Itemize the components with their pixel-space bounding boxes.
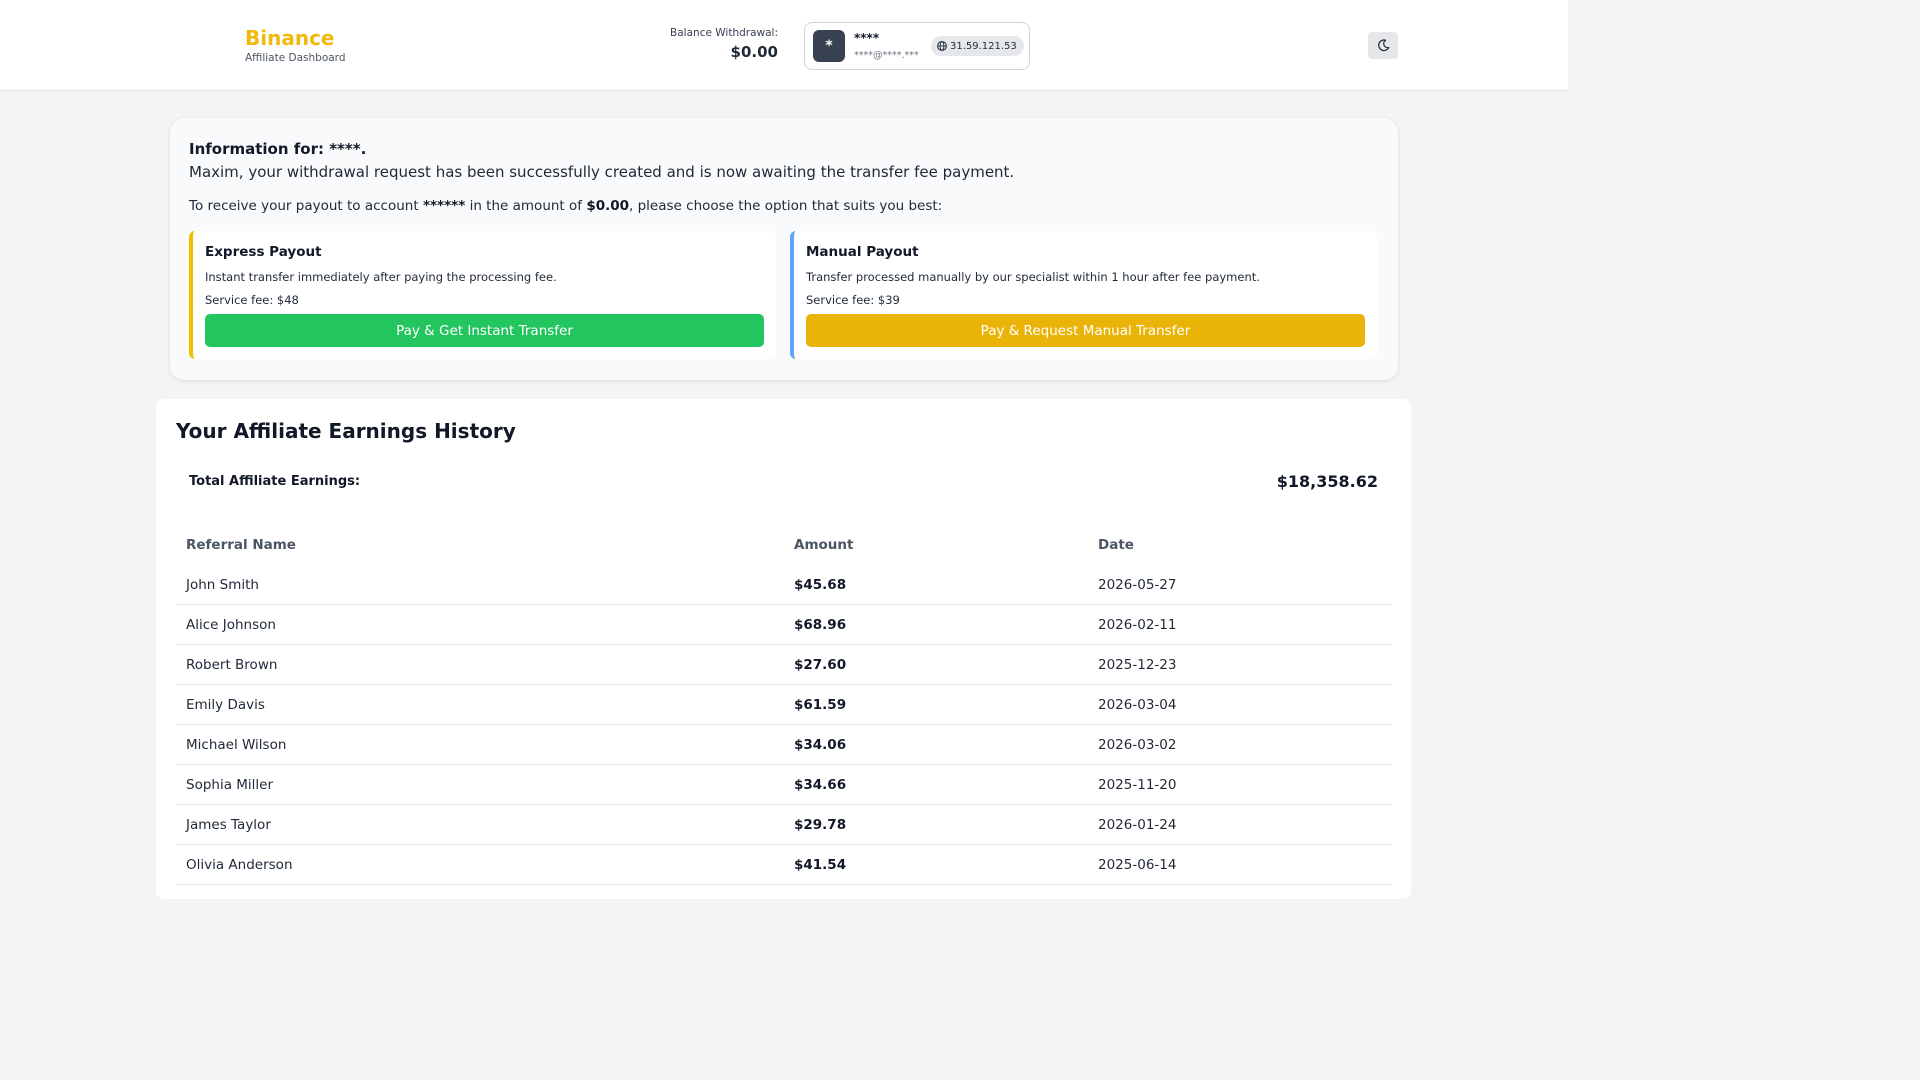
referral-amount: $68.96 — [794, 617, 847, 633]
manual-payout-card: Manual Payout Transfer processed manuall… — [790, 231, 1377, 359]
ip-badge: 31.59.121.53 — [931, 36, 1024, 56]
table-row: Alice Johnson $68.96 2026-02-11 — [176, 605, 1392, 645]
column-header-referral-name: Referral Name — [186, 537, 296, 553]
payout-amount: $0.00 — [586, 198, 630, 214]
user-card[interactable]: * **** ****@****.*** 31.59.121.53 — [804, 22, 1030, 70]
globe-icon — [937, 41, 947, 51]
referral-date: 2026-03-02 — [1098, 737, 1177, 753]
withdrawal-info-panel: Information for: ****. Maxim, your withd… — [170, 118, 1398, 380]
referral-date: 2025-11-20 — [1098, 777, 1177, 793]
moon-icon — [1377, 39, 1389, 52]
brand-name[interactable]: Binance — [245, 26, 345, 50]
referral-date: 2026-02-11 — [1098, 617, 1177, 633]
table-header-row: Referral Name Amount Date — [176, 525, 1392, 565]
user-name: **** — [854, 31, 880, 45]
referral-date: 2025-06-14 — [1098, 857, 1177, 873]
express-payout-fee: Service fee: $48 — [205, 293, 299, 307]
brand-subtitle: Affiliate Dashboard — [245, 52, 346, 64]
manual-payout-title: Manual Payout — [806, 244, 919, 260]
user-email: ****@****.*** — [854, 50, 919, 61]
table-row: Olivia Anderson $41.54 2025-06-14 — [176, 845, 1392, 885]
instruction-suffix: , please choose the option that suits yo… — [629, 198, 943, 214]
manual-transfer-button[interactable]: Pay & Request Manual Transfer — [806, 314, 1365, 347]
manual-payout-fee: Service fee: $39 — [806, 293, 900, 307]
earnings-history-title: Your Affiliate Earnings History — [176, 419, 516, 443]
earnings-history-panel: Your Affiliate Earnings History Total Af… — [156, 399, 1411, 899]
theme-toggle-button[interactable] — [1368, 32, 1398, 59]
referral-name: Emily Davis — [186, 697, 265, 713]
balance-summary: Balance Withdrawal: $0.00 — [670, 27, 778, 61]
referral-amount: $34.66 — [794, 777, 847, 793]
referral-amount: $41.54 — [794, 857, 847, 873]
brand: Binance Affiliate Dashboard — [245, 26, 345, 64]
referral-name: Alice Johnson — [186, 617, 276, 633]
referral-name: Michael Wilson — [186, 737, 287, 753]
referral-date: 2026-01-24 — [1098, 817, 1177, 833]
table-row: Emily Davis $61.59 2026-03-04 — [176, 685, 1392, 725]
referral-name: Sophia Miller — [186, 777, 274, 793]
referral-amount: $34.06 — [794, 737, 847, 753]
referral-date: 2026-03-04 — [1098, 697, 1177, 713]
referral-date: 2025-12-23 — [1098, 657, 1177, 673]
referral-date: 2026-05-27 — [1098, 577, 1177, 593]
info-title: Information for: ****. — [189, 140, 367, 158]
table-row: Robert Brown $27.60 2025-12-23 — [176, 645, 1392, 685]
referral-name: John Smith — [186, 577, 259, 593]
referral-amount: $45.68 — [794, 577, 847, 593]
top-header: Binance Affiliate Dashboard Balance With… — [0, 0, 1568, 91]
express-payout-description: Instant transfer immediately after payin… — [205, 270, 557, 284]
referral-amount: $27.60 — [794, 657, 847, 673]
referral-amount: $61.59 — [794, 697, 847, 713]
total-earnings-value: $18,358.62 — [1276, 472, 1378, 491]
total-earnings-label: Total Affiliate Earnings: — [189, 474, 361, 489]
instant-transfer-button[interactable]: Pay & Get Instant Transfer — [205, 314, 764, 347]
referral-name: Robert Brown — [186, 657, 278, 673]
table-row: John Smith $45.68 2026-05-27 — [176, 565, 1392, 605]
instruction-middle: in the amount of — [465, 198, 587, 214]
table-row: Sophia Miller $34.66 2025-11-20 — [176, 765, 1392, 805]
express-payout-title: Express Payout — [205, 244, 322, 260]
balance-value: $0.00 — [730, 43, 778, 61]
manual-payout-description: Transfer processed manually by our speci… — [806, 270, 1260, 284]
payout-instruction: To receive your payout to account ******… — [189, 198, 942, 214]
referral-name: James Taylor — [186, 817, 271, 833]
avatar: * — [813, 30, 845, 62]
info-message: Maxim, your withdrawal request has been … — [189, 163, 1015, 181]
column-header-amount: Amount — [794, 537, 854, 553]
instruction-prefix: To receive your payout to account — [189, 198, 423, 214]
balance-label: Balance Withdrawal: — [670, 27, 778, 39]
referral-name: Olivia Anderson — [186, 857, 293, 873]
referral-amount: $29.78 — [794, 817, 847, 833]
ip-address: 31.59.121.53 — [950, 40, 1017, 52]
earnings-table: Referral Name Amount Date John Smith $45… — [176, 525, 1392, 885]
table-row: Michael Wilson $34.06 2026-03-02 — [176, 725, 1392, 765]
column-header-date: Date — [1098, 537, 1134, 553]
table-row: James Taylor $29.78 2026-01-24 — [176, 805, 1392, 845]
express-payout-card: Express Payout Instant transfer immediat… — [189, 231, 776, 359]
account-number: ****** — [422, 198, 466, 214]
